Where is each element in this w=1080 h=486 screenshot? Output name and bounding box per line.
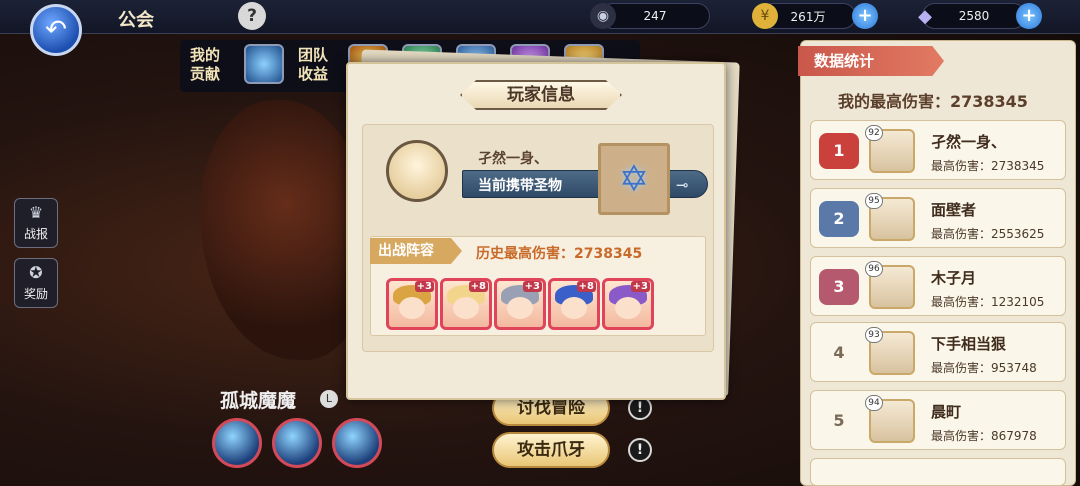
info-icon[interactable]: ! bbox=[628, 438, 652, 462]
stamina-counter: 247 bbox=[600, 3, 710, 29]
hero-portrait[interactable]: +3 bbox=[494, 278, 546, 330]
trophy-icon: ♛ bbox=[28, 203, 44, 222]
relic-slot[interactable]: ✡ bbox=[598, 143, 670, 215]
stamina-value: 247 bbox=[643, 9, 667, 23]
orb-icon: ◉ bbox=[590, 3, 616, 29]
rank-number: 5 bbox=[833, 411, 845, 430]
rank-number: 4 bbox=[833, 343, 845, 362]
player-avatar[interactable] bbox=[386, 140, 448, 202]
player-level-badge: 94 bbox=[865, 395, 883, 411]
ranking-player-name: 面壁者 bbox=[931, 201, 977, 219]
hero-star-bonus: +8 bbox=[468, 281, 488, 292]
player-level-badge: 92 bbox=[865, 125, 883, 141]
history-best-damage: 历史最高伤害：2738345 bbox=[476, 246, 643, 262]
boss-name: 孤城魔魔 bbox=[220, 390, 297, 412]
rewards-button[interactable]: ✪ 奖励 bbox=[14, 258, 58, 308]
hero-star-bonus: +3 bbox=[630, 281, 650, 292]
hero-face bbox=[399, 297, 425, 319]
add-diamond-button[interactable]: + bbox=[1016, 3, 1042, 29]
rewards-label: 奖励 bbox=[23, 287, 48, 301]
page-title: 公会 bbox=[118, 10, 154, 31]
player-level-badge: 95 bbox=[865, 193, 883, 209]
ranking-row[interactable]: 2 95 面壁者最高伤害：2553625 bbox=[810, 188, 1066, 248]
rank-number: 1 bbox=[819, 133, 859, 169]
ranking-damage: 最高伤害：2553625 bbox=[931, 227, 1045, 241]
boss-skill-icon[interactable] bbox=[272, 418, 322, 468]
hero-face bbox=[453, 297, 479, 319]
rank-number: 2 bbox=[819, 201, 859, 237]
relic-label: 当前携带圣物 bbox=[478, 178, 562, 194]
player-name: 孑然一身、 bbox=[478, 151, 548, 167]
ranking-player-name: 孑然一身、 bbox=[931, 133, 1007, 151]
ranking-row[interactable]: 1 92 孑然一身、最高伤害：2738345 bbox=[810, 120, 1066, 180]
boss-skill-icon[interactable] bbox=[332, 418, 382, 468]
ranking-row[interactable]: 4 93 下手相当狠最高伤害：953748 bbox=[810, 322, 1066, 382]
boss-artwork bbox=[200, 100, 370, 360]
attack-minions-button[interactable]: 攻击爪牙 bbox=[492, 432, 610, 468]
coin-icon: ¥ bbox=[752, 3, 778, 29]
ranking-row[interactable]: 3 96 木子月最高伤害：1232105 bbox=[810, 256, 1066, 316]
battle-report-button[interactable]: ♛ 战报 bbox=[14, 198, 58, 248]
hero-portrait[interactable]: +8 bbox=[548, 278, 600, 330]
hero-star-bonus: +3 bbox=[414, 281, 434, 292]
help-button[interactable]: ? bbox=[238, 2, 266, 30]
hexagram-relic-icon: ✡ bbox=[618, 158, 650, 200]
rank-number: 3 bbox=[819, 269, 859, 305]
hero-portrait[interactable]: +3 bbox=[386, 278, 438, 330]
team-income-label: 团队收益 bbox=[298, 46, 329, 83]
back-button[interactable]: ↶ bbox=[30, 4, 82, 56]
player-level-badge: 96 bbox=[865, 261, 883, 277]
hero-face bbox=[561, 297, 587, 319]
ranking-damage: 最高伤害：1232105 bbox=[931, 295, 1045, 309]
gold-value: 261万 bbox=[790, 9, 826, 24]
my-best-damage: 我的最高伤害：2738345 bbox=[838, 92, 1028, 111]
boss-skill-icon[interactable] bbox=[212, 418, 262, 468]
ranking-damage: 最高伤害：2738345 bbox=[931, 159, 1045, 173]
hero-portrait[interactable]: +8 bbox=[440, 278, 492, 330]
ranking-damage: 最高伤害：953748 bbox=[931, 361, 1037, 375]
back-arrow-icon: ↶ bbox=[45, 15, 67, 45]
ranking-row[interactable]: 5 94 晨町最高伤害：867978 bbox=[810, 390, 1066, 450]
medal-icon: ✪ bbox=[29, 263, 43, 282]
stats-header: 数据统计 bbox=[798, 46, 944, 76]
player-level-badge: 93 bbox=[865, 327, 883, 343]
my-contribution-label: 我的贡献 bbox=[190, 46, 221, 83]
modal-title: 玩家信息 bbox=[460, 80, 622, 110]
contribution-item-icon[interactable] bbox=[244, 44, 284, 84]
ranking-player-name: 下手相当狠 bbox=[931, 335, 1007, 353]
hero-star-bonus: +8 bbox=[576, 281, 596, 292]
ranking-row[interactable] bbox=[810, 458, 1066, 486]
hero-portrait[interactable]: +3 bbox=[602, 278, 654, 330]
diamond-icon: ◆ bbox=[918, 5, 932, 27]
ranking-player-name: 木子月 bbox=[931, 269, 977, 287]
key-icon: ⊸ bbox=[676, 176, 689, 194]
lineup-tab: 出战阵容 bbox=[370, 238, 462, 264]
boss-level-badge: L bbox=[320, 390, 338, 408]
hero-face bbox=[615, 297, 641, 319]
hero-star-bonus: +3 bbox=[522, 281, 542, 292]
hero-face bbox=[507, 297, 533, 319]
ranking-player-name: 晨町 bbox=[931, 403, 962, 421]
add-gold-button[interactable]: + bbox=[852, 3, 878, 29]
diamond-value: 2580 bbox=[958, 9, 990, 23]
battle-report-label: 战报 bbox=[23, 227, 48, 241]
ranking-damage: 最高伤害：867978 bbox=[931, 429, 1037, 443]
